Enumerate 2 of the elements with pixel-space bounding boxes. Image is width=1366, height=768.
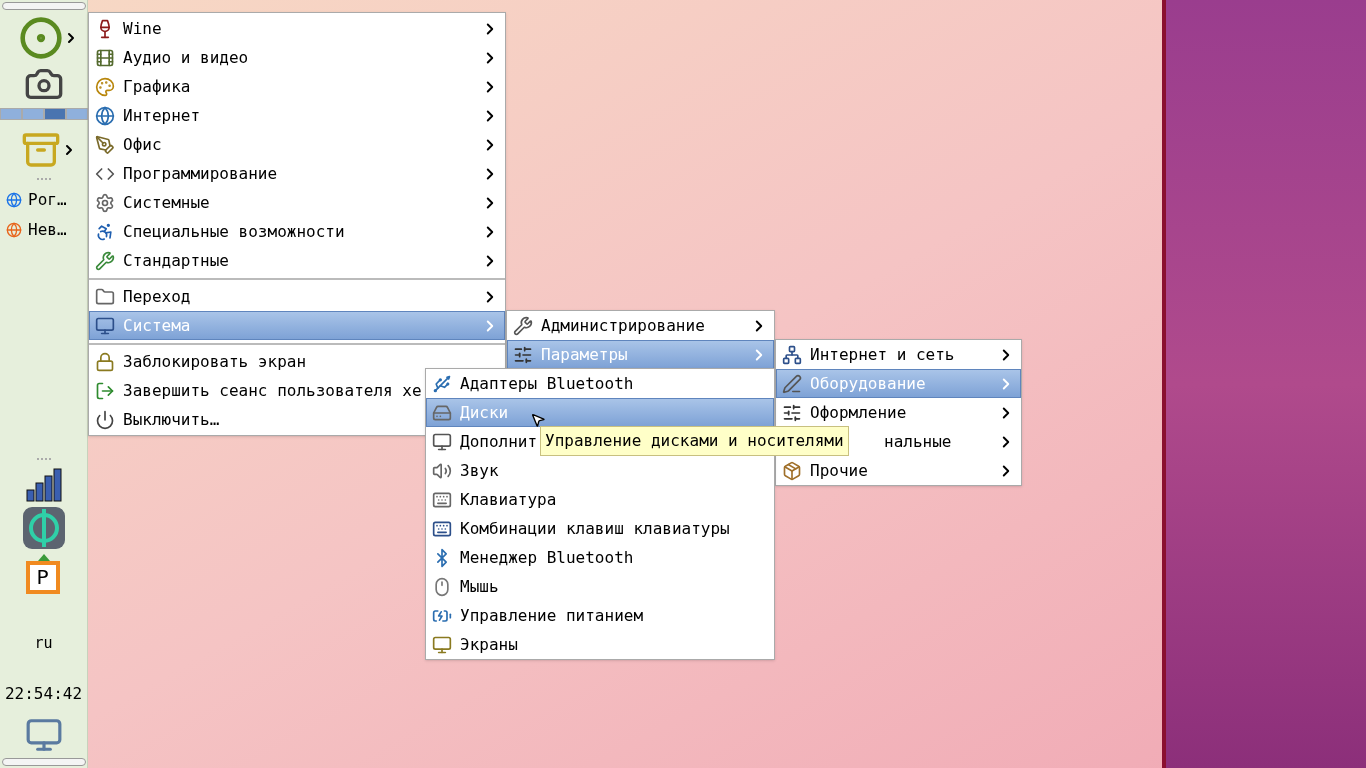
clock: 22:54:42 <box>4 683 83 705</box>
tooltip: Управление дисками и носителями <box>540 426 849 456</box>
